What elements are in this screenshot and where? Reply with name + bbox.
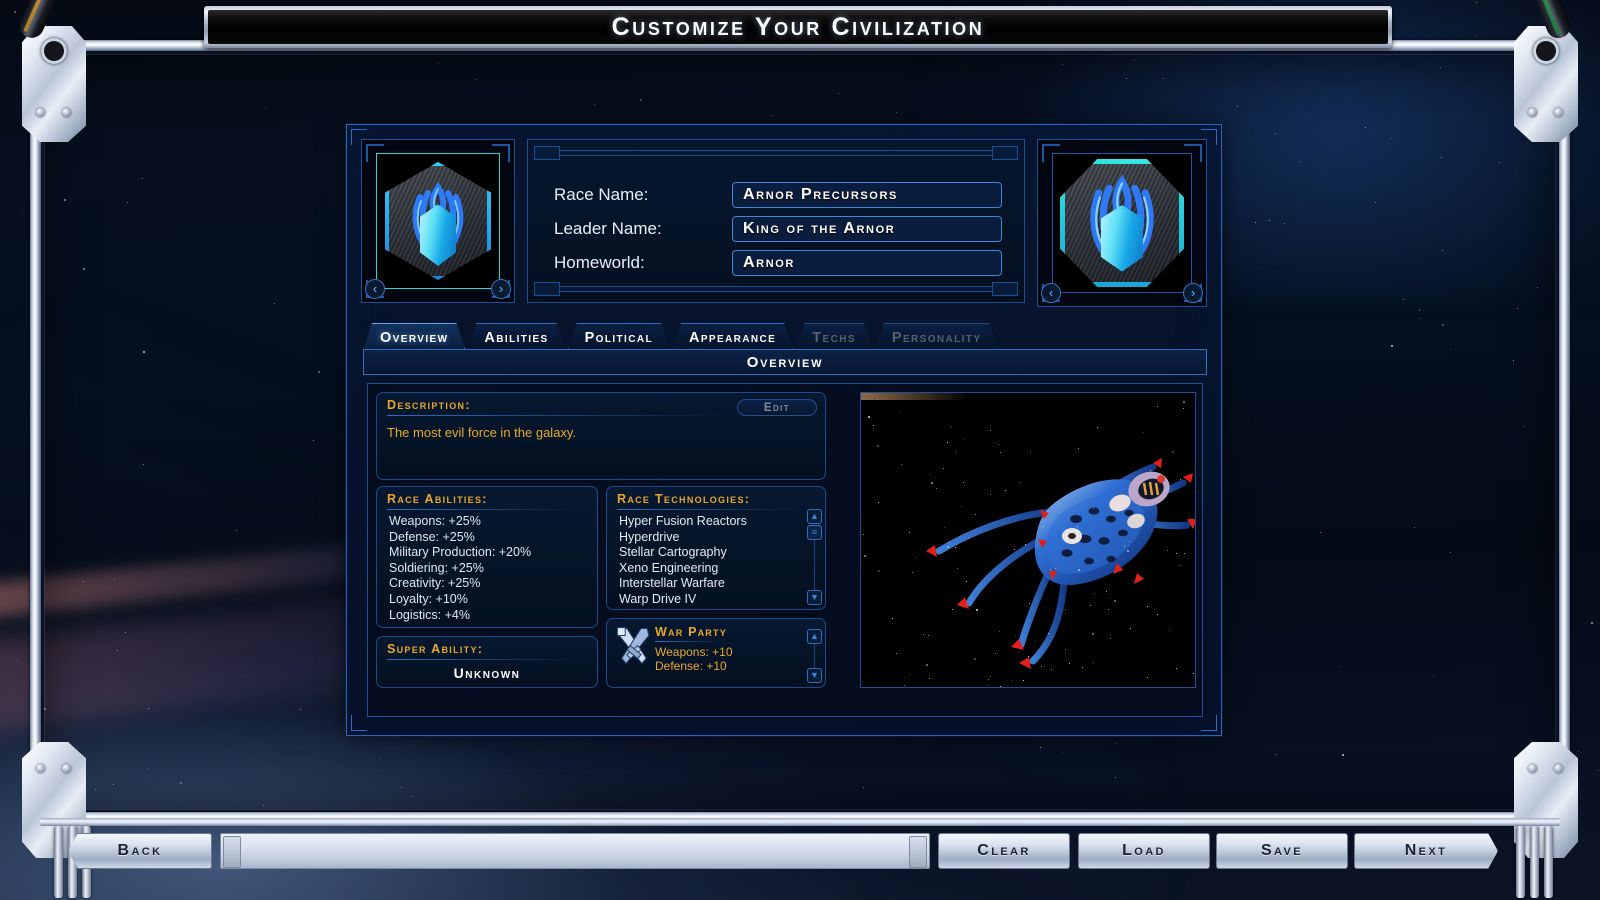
race-abilities-panel: Race Abilities: Weapons: +25% Defense: +… [376,486,598,628]
list-item: Loyalty: +10% [389,591,468,606]
tab-abilities[interactable]: Abilities [467,323,565,351]
save-button[interactable]: Save [1216,833,1348,869]
slot-cap-left [223,836,241,868]
leader-name-label: Leader Name: [554,219,662,238]
race-technologies-list: Hyper Fusion Reactors Hyperdrive Stellar… [607,510,825,608]
race-technologies-scrollbar[interactable]: ▲ ≡ ▼ [807,509,822,605]
scroll-up-icon[interactable]: ▲ [807,509,822,524]
leader-emblem-icon [1060,159,1184,287]
race-name-input[interactable]: Arnor Precursors [732,182,1002,208]
war-party-scrollbar[interactable]: ▲ ▼ [807,629,822,683]
race-name-label: Race Name: [554,185,649,204]
bottom-button-bar: Back Clear Load Save Next [0,828,1600,880]
crossed-swords-icon [616,627,650,665]
game-screen: Customize Your Civilization ‹ › Race Nam… [0,0,1600,900]
bottom-trim [40,818,1560,826]
scrollbar-track[interactable] [814,540,822,590]
deco-bar [546,150,1006,156]
scroll-down-icon[interactable]: ▼ [807,668,822,683]
prev-leader-emblem-button[interactable]: ‹ [1041,283,1061,303]
prev-emblem-button[interactable]: ‹ [365,279,385,299]
panel-tick [1201,715,1217,731]
race-abilities-heading: Race Abilities: [387,492,488,506]
description-text: The most evil force in the galaxy. [387,425,577,440]
list-item: Interstellar Warfare [619,576,725,591]
back-button[interactable]: Back [68,833,212,869]
identity-fields: Race Name: Arnor Precursors Leader Name:… [527,139,1025,303]
war-party-weapons: Weapons: +10 [655,645,733,659]
super-ability-panel: Super Ability: Unknown [376,636,598,688]
next-leader-emblem-button[interactable]: › [1183,283,1203,303]
clear-button[interactable]: Clear [938,833,1070,869]
race-technologies-heading: Race Technologies: [617,492,751,506]
super-ability-heading: Super Ability: [387,642,484,656]
list-item: Warp Drive IV [619,591,697,606]
leader-name-row: Leader Name: King of the Arnor [554,216,1002,242]
race-technologies-panel: Race Technologies: Hyper Fusion Reactors… [606,486,826,610]
tab-political[interactable]: Political [568,323,670,351]
list-item: Defense: +25% [389,529,475,544]
next-button[interactable]: Next [1354,833,1498,869]
edit-description-button[interactable]: Edit [737,399,817,416]
deco-tab [992,282,1018,296]
list-item: Hyper Fusion Reactors [619,514,747,528]
tab-content-title: Overview [363,349,1207,375]
tab-overview[interactable]: Overview [363,323,465,351]
leader-emblem-selector[interactable]: ‹ › [1037,139,1207,307]
list-item: Xeno Engineering [619,560,719,575]
arnor-organic-ship-icon [926,458,1195,669]
super-ability-value: Unknown [453,665,521,681]
tab-content-title-label: Overview [746,353,824,371]
list-item: Logistics: +4% [389,607,470,622]
tab-techs: Techs [795,323,873,351]
homeworld-label: Homeworld: [554,253,645,272]
deco-bar [546,286,1006,292]
war-party-defense: Defense: +10 [655,659,727,673]
window-title-bar: Customize Your Civilization [204,6,1392,48]
tab-appearance[interactable]: Appearance [672,323,793,351]
slot-cap-right [909,836,927,868]
emblem-frame [1052,153,1192,293]
homeworld-input[interactable]: Arnor [732,250,1002,276]
list-item: Soldiering: +25% [389,560,484,575]
list-item: Weapons: +25% [389,514,481,528]
tab-strip: Overview Abilities Political Appearance … [363,321,1207,351]
race-abilities-list: Weapons: +25% Defense: +25% Military Pro… [377,510,597,623]
scrollbar-thumb[interactable]: ≡ [807,525,822,540]
deco-tab [534,282,560,296]
tab-personality: Personality [875,323,999,351]
ship-preview-viewport[interactable] [860,392,1196,688]
next-emblem-button[interactable]: › [491,279,511,299]
leader-name-input[interactable]: King of the Arnor [732,216,1002,242]
description-panel: Description: Edit The most evil force in… [376,392,826,480]
war-party-title: War Party [655,625,727,639]
race-name-row: Race Name: Arnor Precursors [554,182,1002,208]
divider [655,641,723,642]
bottom-status-slot [220,833,930,869]
panel-tick [351,715,367,731]
customization-panel: ‹ › Race Name: Arnor Precursors Leader N… [346,124,1222,736]
war-party-panel: War Party Weapons: +10 Defense: +10 ▲ ▼ [606,618,826,688]
list-item: Hyperdrive [619,529,680,544]
load-button[interactable]: Load [1078,833,1210,869]
scroll-down-icon[interactable]: ▼ [807,590,822,605]
overview-content: Description: Edit The most evil force in… [367,383,1203,717]
scroll-up-icon[interactable]: ▲ [807,629,822,644]
homeworld-row: Homeworld: Arnor [554,250,1002,276]
list-item: Stellar Cartography [619,545,727,560]
race-emblem-selector[interactable]: ‹ › [361,139,515,303]
scrollbar-track[interactable] [814,644,822,668]
list-item: Military Production: +20% [389,545,532,560]
deco-tab [992,146,1018,160]
window-title-inner: Customize Your Civilization [208,10,1388,44]
emblem-frame [376,153,500,289]
deco-tab [534,146,560,160]
list-item: Creativity: +25% [389,576,481,591]
race-emblem-icon [385,162,491,280]
page-title: Customize Your Civilization [611,12,985,41]
